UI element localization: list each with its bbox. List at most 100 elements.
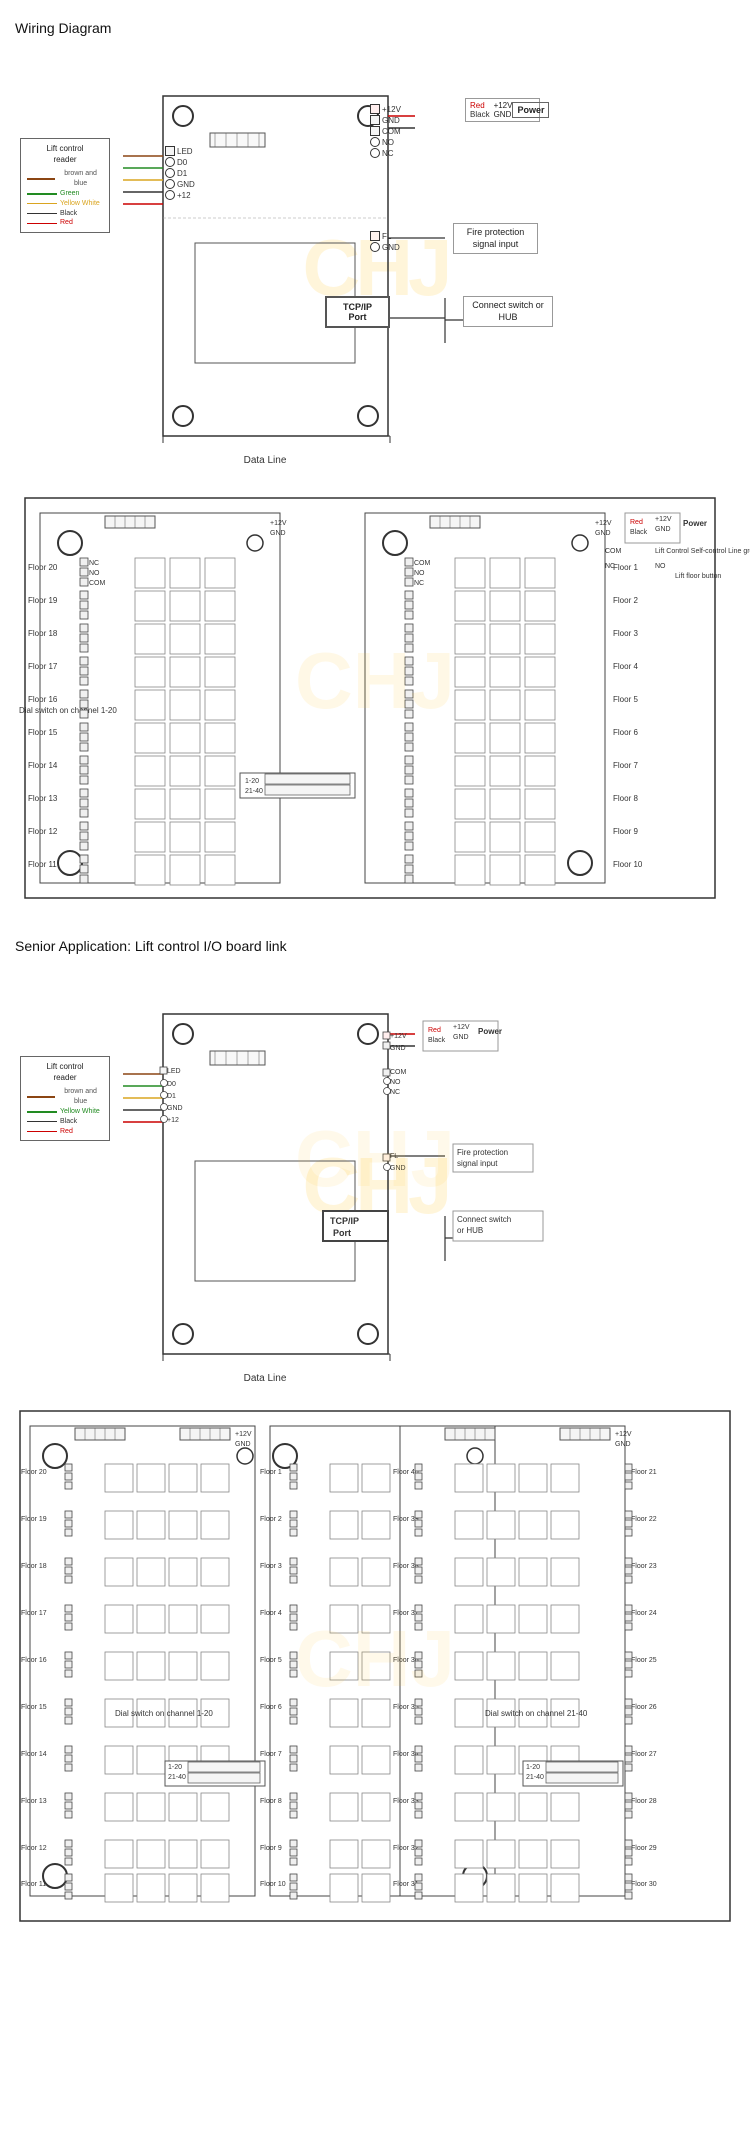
- svg-text:NO: NO: [390, 1079, 401, 1086]
- svg-text:Dial switch on channel 21-40: Dial switch on channel 21-40: [485, 1709, 588, 1718]
- senior-title: Senior Application: Lift control I/O boa…: [15, 938, 735, 954]
- svg-text:Floor 5: Floor 5: [613, 695, 638, 704]
- svg-text:21-40: 21-40: [245, 788, 263, 795]
- svg-text:+12V: +12V: [615, 1431, 632, 1438]
- svg-text:Lift floor button: Lift floor button: [675, 573, 721, 580]
- svg-text:Floor 4: Floor 4: [260, 1610, 282, 1617]
- terminal-LED: LED: [165, 146, 195, 156]
- svg-text:Floor 11: Floor 11: [21, 1881, 46, 1888]
- svg-text:signal input: signal input: [457, 1159, 498, 1168]
- svg-text:+12V: +12V: [390, 1033, 407, 1040]
- fire-protection-label: Fire protection signal input: [453, 223, 538, 254]
- svg-text:GND: GND: [615, 1441, 631, 1448]
- svg-text:GND: GND: [270, 530, 286, 537]
- svg-text:Floor 11: Floor 11: [28, 860, 57, 869]
- svg-text:Floor 25: Floor 25: [631, 1657, 657, 1664]
- senior-floor-section: +12V GND +12V GND Floor 20 Floor 19 Floo…: [15, 1406, 735, 1926]
- svg-text:+12V: +12V: [453, 1024, 470, 1031]
- power-12v: +12V: [494, 101, 513, 110]
- svg-text:Floor 16: Floor 16: [21, 1657, 47, 1664]
- tcpip-box: TCP/IP Port: [325, 296, 390, 328]
- svg-text:Floor 9: Floor 9: [613, 827, 638, 836]
- lift-reader-box: Lift controlreader brown and blue Green …: [20, 138, 110, 233]
- svg-text:COM: COM: [414, 560, 431, 567]
- svg-text:NO: NO: [655, 563, 666, 570]
- terminal-COM: COM: [370, 126, 401, 136]
- svg-text:Floor 7: Floor 7: [260, 1751, 282, 1758]
- svg-text:Floor 20: Floor 20: [21, 1469, 47, 1476]
- terminal-NC: NC: [370, 148, 401, 158]
- terminal-GND-right: GND: [370, 115, 401, 125]
- svg-text:Floor 8: Floor 8: [260, 1798, 282, 1805]
- wire-green: Green: [27, 189, 103, 199]
- svg-text:Fire protection: Fire protection: [457, 1148, 508, 1157]
- power-box: Red Black +12V GND Power: [465, 98, 540, 122]
- svg-text:Floor 23: Floor 23: [631, 1563, 657, 1570]
- svg-text:Floor 8: Floor 8: [613, 794, 638, 803]
- power-black-label: Black: [470, 110, 490, 119]
- svg-text:Floor 17: Floor 17: [28, 662, 58, 671]
- svg-text:Power: Power: [478, 1027, 502, 1036]
- svg-text:GND: GND: [655, 526, 671, 533]
- svg-text:Floor 13: Floor 13: [28, 794, 58, 803]
- svg-text:GND: GND: [167, 1105, 183, 1112]
- right-terminal-fire: FL GND: [370, 231, 400, 252]
- svg-text:NC: NC: [390, 1089, 400, 1096]
- senior-floor-svg: +12V GND +12V GND Floor 20 Floor 19 Floo…: [15, 1406, 735, 1926]
- svg-text:COM: COM: [605, 548, 622, 555]
- svg-text:Power: Power: [683, 519, 707, 528]
- senior-wire-green: Yellow White: [27, 1107, 103, 1117]
- svg-text:Floor 2: Floor 2: [260, 1516, 282, 1523]
- svg-text:1-20: 1-20: [245, 778, 259, 785]
- senior-wiring-svg: +12V GND COM NO NC FL GND Red Black: [15, 966, 735, 1406]
- svg-text:Lift Control Self-control Line: Lift Control Self-control Line group: [655, 548, 750, 555]
- svg-text:Floor 10: Floor 10: [613, 860, 643, 869]
- senior-wire-red: Red: [27, 1127, 103, 1137]
- svg-text:Floor 3: Floor 3: [613, 629, 638, 638]
- svg-text:Floor 2: Floor 2: [613, 596, 638, 605]
- wire-brown: brown and blue: [27, 169, 103, 189]
- svg-text:GND: GND: [390, 1045, 406, 1052]
- svg-text:Floor 9: Floor 9: [260, 1845, 282, 1852]
- terminal-12V-left: +12: [165, 190, 195, 200]
- svg-text:Floor 1: Floor 1: [260, 1469, 282, 1476]
- svg-text:CHJ: CHJ: [295, 1114, 455, 1203]
- lift-reader-label: Lift controlreader: [27, 143, 103, 165]
- svg-text:Floor 18: Floor 18: [21, 1563, 47, 1570]
- svg-text:CHJ: CHJ: [295, 636, 455, 725]
- svg-text:Floor 22: Floor 22: [631, 1516, 657, 1523]
- page: Wiring Diagram CHJ: [0, 0, 750, 1946]
- svg-text:Floor 29: Floor 29: [631, 1845, 657, 1852]
- svg-text:1-20: 1-20: [168, 1764, 182, 1771]
- svg-text:D0: D0: [167, 1081, 176, 1088]
- wire-yellow: Yellow White: [27, 199, 103, 209]
- svg-text:NC: NC: [414, 580, 424, 587]
- svg-text:GND: GND: [453, 1034, 469, 1041]
- svg-text:COM: COM: [390, 1069, 407, 1076]
- svg-text:+12V: +12V: [655, 516, 672, 523]
- svg-text:Floor 12: Floor 12: [21, 1845, 47, 1852]
- svg-text:Floor 17: Floor 17: [21, 1610, 47, 1617]
- svg-text:Floor 28: Floor 28: [631, 1798, 657, 1805]
- power-label: Power: [512, 102, 549, 118]
- terminal-GND-fire: GND: [370, 242, 400, 252]
- svg-text:Floor 4: Floor 4: [613, 662, 638, 671]
- senior-wire-black: Black: [27, 1117, 103, 1127]
- svg-text:NO: NO: [414, 570, 425, 577]
- svg-text:Black: Black: [428, 1037, 446, 1044]
- svg-text:Floor 19: Floor 19: [28, 596, 58, 605]
- svg-text:Data Line: Data Line: [244, 455, 287, 466]
- power-red-label: Red: [470, 101, 490, 110]
- senior-lift-reader-box: Lift controlreader brown and blue Yellow…: [20, 1056, 110, 1141]
- svg-text:CHJ: CHJ: [295, 1614, 455, 1703]
- svg-text:Floor 3: Floor 3: [260, 1563, 282, 1570]
- svg-text:Red: Red: [630, 519, 643, 526]
- terminal-FL: FL: [370, 231, 400, 241]
- svg-text:TCP/IP: TCP/IP: [330, 1216, 359, 1226]
- svg-text:LED: LED: [167, 1068, 181, 1075]
- svg-text:Floor 14: Floor 14: [28, 761, 58, 770]
- svg-text:+12V: +12V: [270, 520, 287, 527]
- svg-text:Floor 30: Floor 30: [631, 1881, 657, 1888]
- svg-text:GND: GND: [235, 1441, 251, 1448]
- svg-text:+12: +12: [167, 1117, 179, 1124]
